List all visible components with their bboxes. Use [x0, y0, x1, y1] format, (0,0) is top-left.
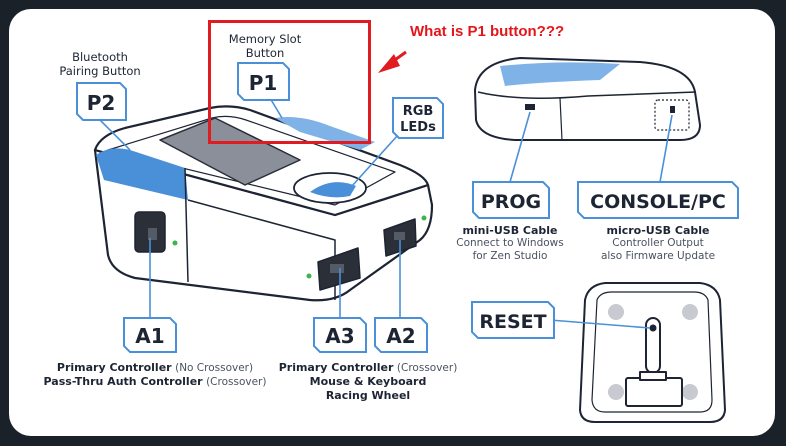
- badge-p2-text: P2: [87, 91, 116, 115]
- console-caption-line2: also Firmware Update: [600, 250, 716, 262]
- a2-caption-line2: Mouse & Keyboard: [309, 375, 427, 388]
- a1-caption: Primary Controller (No Crossover) Pass-T…: [40, 361, 270, 389]
- diagram-stage: P2 P1 RGB LEDs A1 A3 A2 PROG CONSOLE/PC …: [0, 0, 786, 446]
- a2-caption-line1-sub: (Crossover): [396, 362, 458, 374]
- annotation-question: What is P1 button???: [410, 23, 565, 40]
- console-caption-title: micro-USB Cable: [606, 224, 710, 237]
- p1-caption-line2: Button: [245, 46, 285, 60]
- p2-caption-line1: Bluetooth: [72, 50, 128, 64]
- prog-caption-line2: for Zen Studio: [472, 250, 548, 262]
- rear-device: [474, 57, 701, 141]
- a2-caption-line1: Primary Controller (Crossover): [268, 361, 468, 375]
- badge-reset: RESET: [471, 301, 555, 339]
- a2-caption-line1-main: Primary Controller: [278, 361, 394, 374]
- a1-caption-line2-main: Pass-Thru Auth Controller: [43, 375, 203, 388]
- badge-a1-text: A1: [135, 324, 164, 348]
- badge-console-text: CONSOLE/PC: [590, 191, 726, 213]
- console-caption: micro-USB Cable Controller Output also F…: [588, 224, 728, 263]
- badge-console: CONSOLE/PC: [577, 181, 739, 219]
- badge-prog-text: PROG: [481, 191, 541, 213]
- a1-caption-line2-sub: (Crossover): [206, 376, 267, 388]
- badge-reset-text: RESET: [479, 311, 546, 333]
- p2-caption: Bluetooth Pairing Button: [55, 50, 145, 78]
- a2-caption: Primary Controller (Crossover) Mouse & K…: [268, 361, 468, 403]
- badge-a1: A1: [123, 317, 177, 353]
- a1-caption-line1: Primary Controller (No Crossover): [40, 361, 270, 375]
- prog-caption: mini-USB Cable Connect to Windows for Ze…: [450, 224, 570, 263]
- badge-a2-text: A2: [386, 324, 415, 348]
- a1-caption-line1-main: Primary Controller: [56, 361, 172, 374]
- badge-a3-text: A3: [325, 324, 354, 348]
- badge-rgb: RGB LEDs: [392, 97, 444, 139]
- p2-caption-line2: Pairing Button: [59, 64, 141, 78]
- badge-rgb-line1: RGB: [403, 104, 434, 119]
- badge-a3: A3: [313, 317, 367, 353]
- badge-a2: A2: [374, 317, 428, 353]
- badge-rgb-line2: LEDs: [400, 120, 436, 135]
- prog-caption-title: mini-USB Cable: [462, 224, 558, 237]
- a2-caption-line3: Racing Wheel: [325, 389, 411, 402]
- a1-caption-line1-sub: (No Crossover): [175, 362, 254, 374]
- badge-prog: PROG: [472, 181, 550, 219]
- prog-caption-line1: Connect to Windows: [456, 237, 564, 249]
- console-caption-line1: Controller Output: [612, 237, 704, 249]
- annotation-arrow: [378, 50, 407, 73]
- badge-p2: P2: [76, 82, 127, 121]
- p1-caption-line1: Memory Slot: [228, 32, 302, 46]
- bottom-device: [579, 282, 726, 423]
- a1-caption-line2: Pass-Thru Auth Controller (Crossover): [40, 375, 270, 389]
- p1-caption: Memory Slot Button: [220, 32, 310, 60]
